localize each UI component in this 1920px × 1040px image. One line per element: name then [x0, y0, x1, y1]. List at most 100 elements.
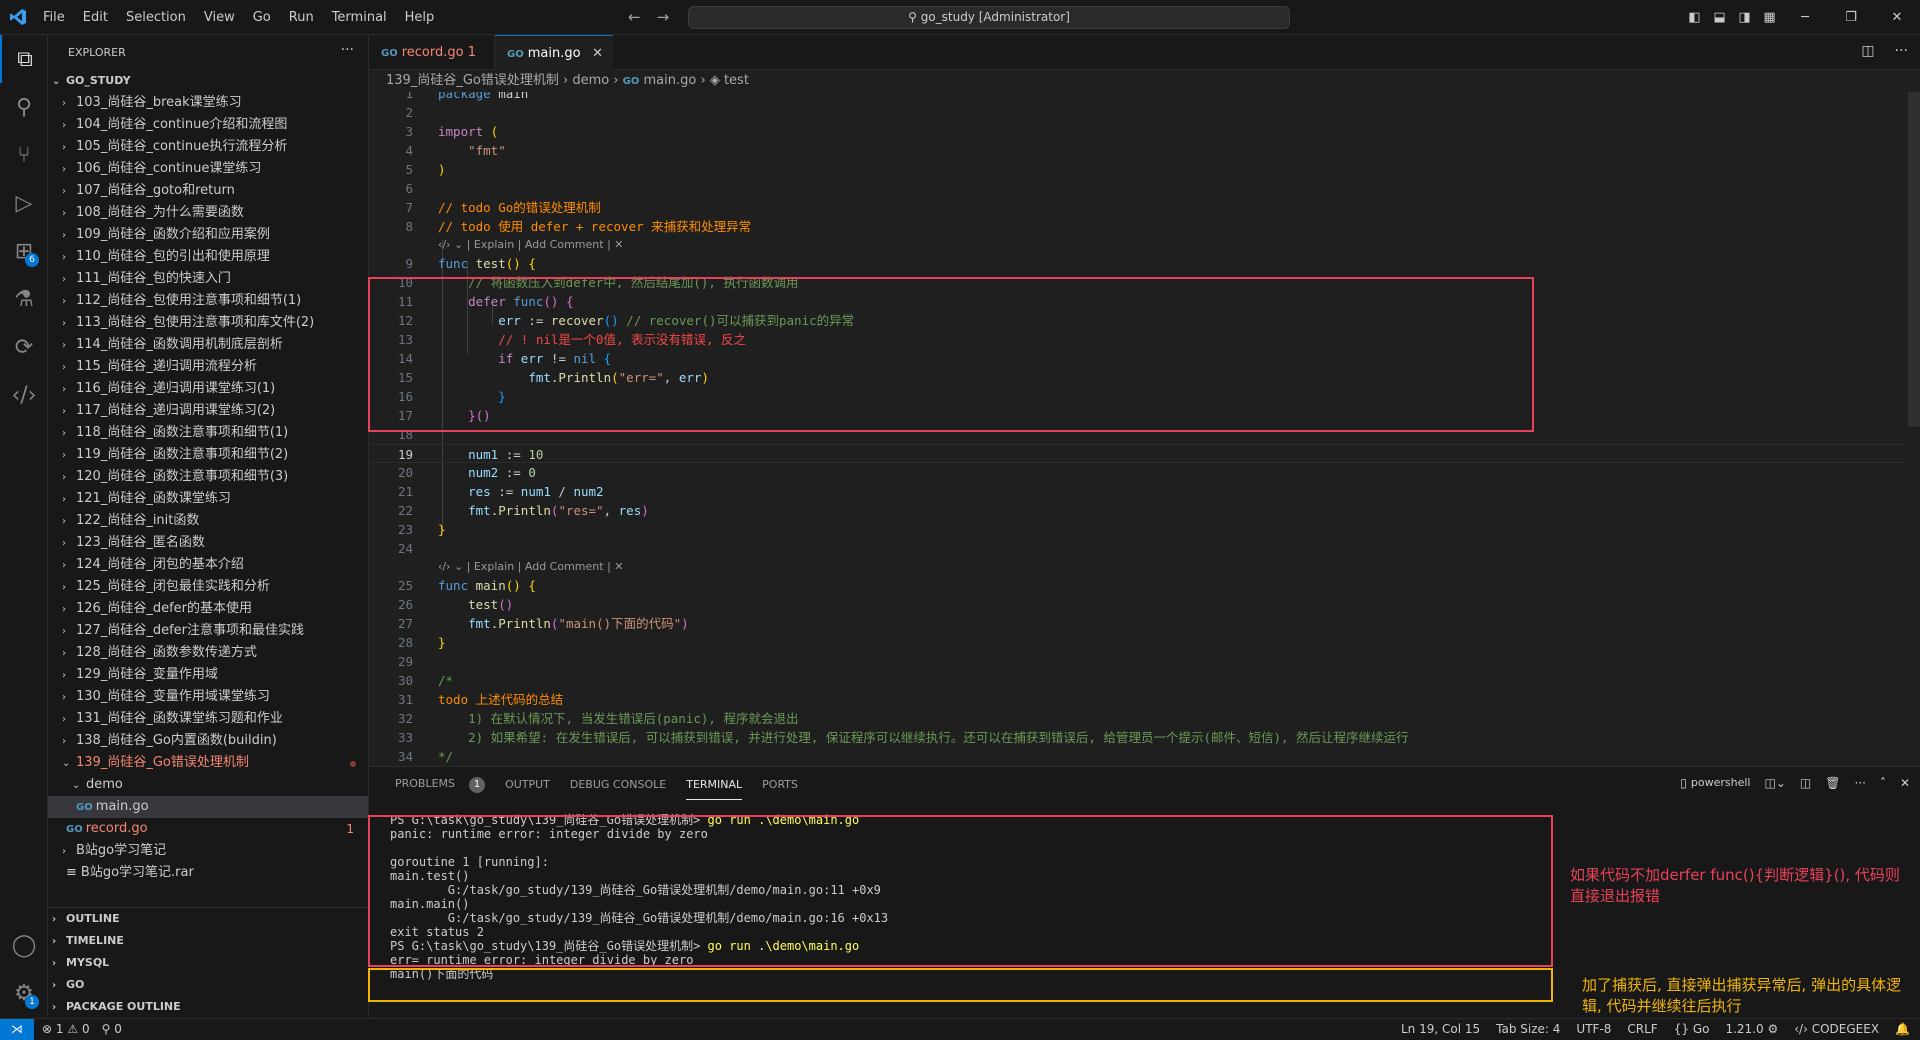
testing-icon[interactable]: ⚗ — [0, 275, 48, 323]
folder-item[interactable]: › 138_尚硅谷_Go内置函数(buildin) — [48, 730, 368, 752]
folder-item[interactable]: › 121_尚硅谷_函数课堂练习 — [48, 488, 368, 510]
codegeex-icon[interactable]: ‹/› — [0, 371, 48, 419]
folder-item[interactable]: › 131_尚硅谷_函数课堂练习题和作业 — [48, 708, 368, 730]
more-actions-icon[interactable]: ··· — [1854, 776, 1865, 790]
search-view-icon[interactable]: ⚲ — [0, 83, 48, 131]
restore-icon[interactable]: ❐ — [1828, 10, 1874, 25]
section-mysql[interactable]: › MYSQL — [48, 952, 368, 974]
menu-view[interactable]: View — [195, 10, 244, 25]
folder-item[interactable]: › 111_尚硅谷_包的快速入门 — [48, 268, 368, 290]
folder-item[interactable]: › 106_尚硅谷_continue课堂练习 — [48, 158, 368, 180]
menu-help[interactable]: Help — [396, 10, 444, 25]
customize-layout-icon[interactable]: ▦ — [1757, 10, 1782, 25]
ports-status[interactable]: ⚲ 0 — [102, 1019, 122, 1040]
folder-item[interactable]: › 103_尚硅谷_break课堂练习 — [48, 92, 368, 114]
codelens[interactable]: ‹/› ⌄ | Explain | Add Comment | ✕ — [438, 559, 624, 575]
folder-item[interactable]: › 126_尚硅谷_defer的基本使用 — [48, 598, 368, 620]
codegeex-status[interactable]: ‹/› CODEGEEX — [1794, 1019, 1879, 1040]
toggle-secondary-sidebar-icon[interactable]: ◨ — [1732, 10, 1757, 25]
tab-ports[interactable]: PORTS — [752, 778, 808, 791]
section-package-outline[interactable]: › PACKAGE OUTLINE — [48, 996, 368, 1018]
tab-debug-console[interactable]: DEBUG CONSOLE — [560, 778, 676, 791]
section-outline[interactable]: › OUTLINE — [48, 908, 368, 930]
scrollbar-thumb[interactable] — [1908, 92, 1920, 427]
accounts-icon[interactable]: ◯ — [0, 921, 48, 969]
codelens-text[interactable]: | Explain | Add Comment | — [467, 560, 611, 573]
source-control-icon[interactable]: ⑂ — [0, 131, 48, 179]
problems-status[interactable]: ⊗ 1 ⚠ 0 — [42, 1019, 90, 1040]
tab-size[interactable]: Tab Size: 4 — [1496, 1019, 1560, 1040]
folder-item[interactable]: › 113_尚硅谷_包使用注意事项和库文件(2) — [48, 312, 368, 334]
remote-explorer-icon[interactable]: ⟳ — [0, 323, 48, 371]
codelens[interactable]: ‹/› ⌄ | Explain | Add Comment | ✕ — [438, 237, 624, 253]
back-arrow-icon[interactable]: ← — [628, 8, 641, 26]
menu-run[interactable]: Run — [280, 10, 323, 25]
folder-item[interactable]: › 112_尚硅谷_包使用注意事项和细节(1) — [48, 290, 368, 312]
folder-item[interactable]: › 110_尚硅谷_包的引出和使用原理 — [48, 246, 368, 268]
tab-terminal[interactable]: TERMINAL — [676, 778, 752, 800]
folder-item[interactable]: › 119_尚硅谷_函数注意事项和细节(2) — [48, 444, 368, 466]
run-debug-icon[interactable]: ▷ — [0, 179, 48, 227]
folder-item[interactable]: › 125_尚硅谷_闭包最佳实践和分析 — [48, 576, 368, 598]
cursor-position[interactable]: Ln 19, Col 15 — [1401, 1019, 1480, 1040]
toggle-sidebar-icon[interactable]: ◧ — [1682, 10, 1707, 25]
menu-go[interactable]: Go — [244, 10, 280, 25]
file-record-go[interactable]: GO record.go 1 — [48, 818, 368, 840]
remote-icon[interactable]: ⋊ — [0, 1019, 34, 1040]
folder-item[interactable]: › 123_尚硅谷_匿名函数 — [48, 532, 368, 554]
folder-bilibili[interactable]: › B站go学习笔记 — [48, 840, 368, 862]
folder-item[interactable]: › 115_尚硅谷_递归调用流程分析 — [48, 356, 368, 378]
bell-icon[interactable]: 🔔 — [1895, 1019, 1910, 1040]
toggle-panel-icon[interactable]: ⬓ — [1707, 10, 1732, 25]
settings-gear-icon[interactable]: ⚙ 1 — [0, 969, 48, 1017]
split-editor-icon[interactable]: ◫ — [1861, 43, 1874, 59]
folder-item[interactable]: › 105_尚硅谷_continue执行流程分析 — [48, 136, 368, 158]
new-terminal-icon[interactable]: ◫⌄ — [1765, 776, 1786, 790]
folder-item[interactable]: › 109_尚硅谷_函数介绍和应用案例 — [48, 224, 368, 246]
more-actions-icon[interactable]: ··· — [1895, 43, 1908, 59]
file-rar[interactable]: ≡ B站go学习笔记.rar — [48, 862, 368, 884]
close-panel-icon[interactable]: ✕ — [1900, 776, 1910, 790]
tab-record-go[interactable]: GO record.go 1 — [369, 35, 495, 70]
menu-terminal[interactable]: Terminal — [323, 10, 396, 25]
tab-main-go[interactable]: GO main.go ✕ — [495, 35, 613, 70]
folder-item[interactable]: › 107_尚硅谷_goto和return — [48, 180, 368, 202]
folder-item[interactable]: › 124_尚硅谷_闭包的基本介绍 — [48, 554, 368, 576]
maximize-panel-icon[interactable]: ˄ — [1880, 776, 1886, 790]
breadcrumb-folder[interactable]: 139_尚硅谷_Go错误处理机制 — [386, 73, 559, 88]
folder-item[interactable]: › 120_尚硅谷_函数注意事项和细节(3) — [48, 466, 368, 488]
menu-file[interactable]: File — [34, 10, 74, 25]
command-center-search[interactable]: ⚲ go_study [Administrator] — [688, 6, 1290, 29]
close-window-icon[interactable]: ✕ — [1874, 10, 1920, 25]
close-tab-icon[interactable]: ✕ — [592, 36, 603, 71]
tab-problems[interactable]: PROBLEMS 1 — [375, 776, 495, 793]
line-ending[interactable]: CRLF — [1627, 1019, 1657, 1040]
folder-item[interactable]: › 128_尚硅谷_函数参数传递方式 — [48, 642, 368, 664]
folder-item[interactable]: › 130_尚硅谷_变量作用域课堂练习 — [48, 686, 368, 708]
section-timeline[interactable]: › TIMELINE — [48, 930, 368, 952]
file-main-go[interactable]: GO main.go — [48, 796, 368, 818]
breadcrumb-sub[interactable]: demo — [572, 73, 609, 88]
trash-icon[interactable]: 🗑 — [1825, 776, 1840, 790]
explorer-icon[interactable]: ⧉ — [0, 35, 48, 83]
minimize-icon[interactable]: ─ — [1782, 10, 1828, 25]
extensions-icon[interactable]: ⊞ 6 — [0, 227, 48, 275]
folder-open[interactable]: ⌄ 139_尚硅谷_Go错误处理机制 — [48, 752, 368, 774]
more-actions-icon[interactable]: ··· — [341, 42, 354, 58]
menu-selection[interactable]: Selection — [117, 10, 195, 25]
root-folder[interactable]: ⌄ GO_STUDY — [48, 70, 368, 92]
breadcrumb-file[interactable]: main.go — [644, 73, 697, 88]
folder-item[interactable]: › 116_尚硅谷_递归调用课堂练习(1) — [48, 378, 368, 400]
breadcrumb-symbol[interactable]: test — [724, 73, 749, 88]
close-icon[interactable]: ✕ — [614, 560, 623, 573]
folder-item[interactable]: › 108_尚硅谷_为什么需要函数 — [48, 202, 368, 224]
tab-output[interactable]: OUTPUT — [495, 778, 560, 791]
folder-item[interactable]: › 127_尚硅谷_defer注意事项和最佳实践 — [48, 620, 368, 642]
forward-arrow-icon[interactable]: → — [657, 8, 670, 26]
folder-item[interactable]: › 122_尚硅谷_init函数 — [48, 510, 368, 532]
folder-demo[interactable]: ⌄ demo — [48, 774, 368, 796]
folder-item[interactable]: › 114_尚硅谷_函数调用机制底层剖析 — [48, 334, 368, 356]
folder-item[interactable]: › 104_尚硅谷_continue介绍和流程图 — [48, 114, 368, 136]
encoding[interactable]: UTF-8 — [1576, 1019, 1611, 1040]
go-version[interactable]: 1.21.0 ⚙ — [1725, 1019, 1778, 1040]
